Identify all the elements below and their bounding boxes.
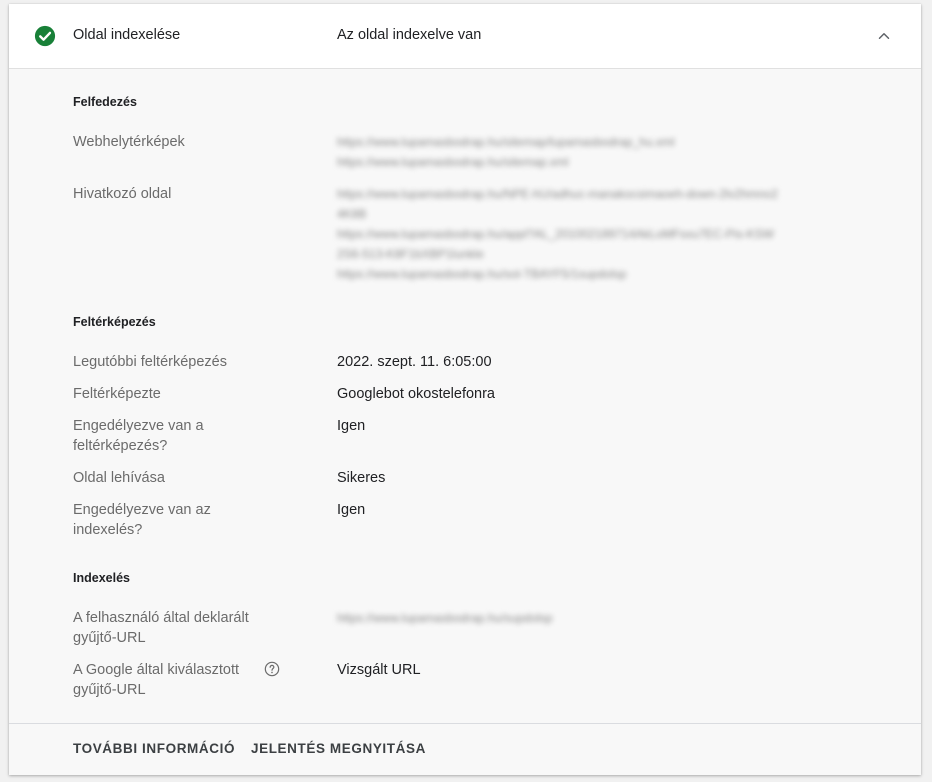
user-canonical-url[interactable]: https://www.lupamasbodrap.hu/supdolsp [337,608,552,628]
indexing-status: Az oldal indexelve van [337,27,482,43]
section-title-page-indexing: Oldal indexelése [73,27,181,43]
discovery-heading: Felfedezés [73,95,137,109]
sitemap-url[interactable]: https://www.lupamasbodrap.hu/sitemap.xml [337,152,568,172]
referring-page-url[interactable]: https://www.lupamasbodrap.hu/sol-TBAYF5/… [337,264,626,284]
last-crawl-value: 2022. szept. 11. 6:05:00 [337,354,492,370]
page-fetch-value: Sikeres [337,470,386,486]
crawl-heading: Feltérképezés [73,315,156,329]
open-report-button[interactable]: JELENTÉS MEGNYITÁSA [251,741,426,756]
page-fetch-label: Oldal lehívása [73,470,165,486]
google-canonical-label: A Google által kiválasztott gyűjtő-URL [73,662,240,698]
indexing-allowed-value: Igen [337,502,366,518]
referring-page-url[interactable]: 2S6-513-K8F1bXBP1lunkle [337,244,484,264]
crawl-allowed-value: Igen [337,418,366,434]
referring-page-url[interactable]: 4K8B [337,204,366,224]
chevron-up-icon[interactable] [875,27,893,45]
indexing-allowed-label: Engedélyezve van az indexelés? [73,502,211,538]
google-canonical-value: Vizsgált URL [337,662,421,678]
sitemap-url[interactable]: https://www.lupamasbodrap.hu/sitemap/lup… [337,132,675,152]
card-header[interactable]: Oldal indexelése Az oldal indexelve van [9,4,921,69]
card-footer: TOVÁBBI INFORMÁCIÓ JELENTÉS MEGNYITÁSA [9,723,921,775]
card-body: Felfedezés Webhelytérképek https://www.l… [9,69,921,724]
more-info-button[interactable]: TOVÁBBI INFORMÁCIÓ [73,741,235,756]
crawled-as-label: Feltérképezte [73,386,161,402]
check-circle-icon [34,25,56,47]
sitemaps-label: Webhelytérképek [73,134,185,150]
referring-page-label: Hivatkozó oldal [73,186,172,202]
page-indexing-card: Oldal indexelése Az oldal indexelve van … [9,4,921,775]
referring-page-url[interactable]: https://www.lupamasbodrap.hu/appl?AL_201… [337,224,774,244]
user-canonical-label: A felhasználó által deklarált gyűjtő-URL [73,610,249,646]
crawled-as-value: Googlebot okostelefonra [337,386,495,402]
help-circle-icon[interactable] [264,661,280,677]
referring-page-url[interactable]: https://www.lupamasbodrap.hu/NPE-hU/adhu… [337,184,778,204]
crawl-allowed-label: Engedélyezve van a feltérképezés? [73,418,204,454]
last-crawl-label: Legutóbbi feltérképezés [73,354,227,370]
indexing-heading: Indexelés [73,571,130,585]
